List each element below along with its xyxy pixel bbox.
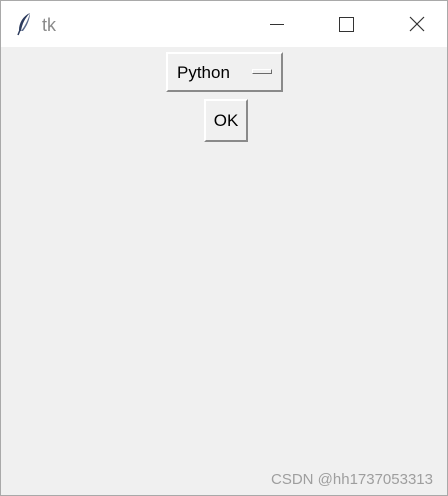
option-menu-selected-value: Python (177, 63, 230, 82)
ok-button[interactable]: OK (204, 99, 248, 142)
title-bar[interactable]: tk (1, 1, 447, 47)
minimize-button[interactable] (254, 1, 300, 47)
minimize-icon (270, 24, 284, 25)
window-client-area: Python OK (1, 47, 447, 495)
tk-window: tk Python OK CSDN @hh1737053313 (0, 0, 448, 496)
maximize-button[interactable] (323, 1, 369, 47)
feather-icon (15, 12, 35, 36)
watermark: CSDN @hh1737053313 (270, 471, 433, 488)
language-option-menu[interactable]: Python (166, 52, 283, 92)
maximize-icon (339, 17, 354, 32)
close-icon (409, 16, 425, 32)
close-button[interactable] (394, 1, 440, 47)
window-title: tk (42, 15, 57, 35)
option-indicator-icon (252, 69, 272, 74)
